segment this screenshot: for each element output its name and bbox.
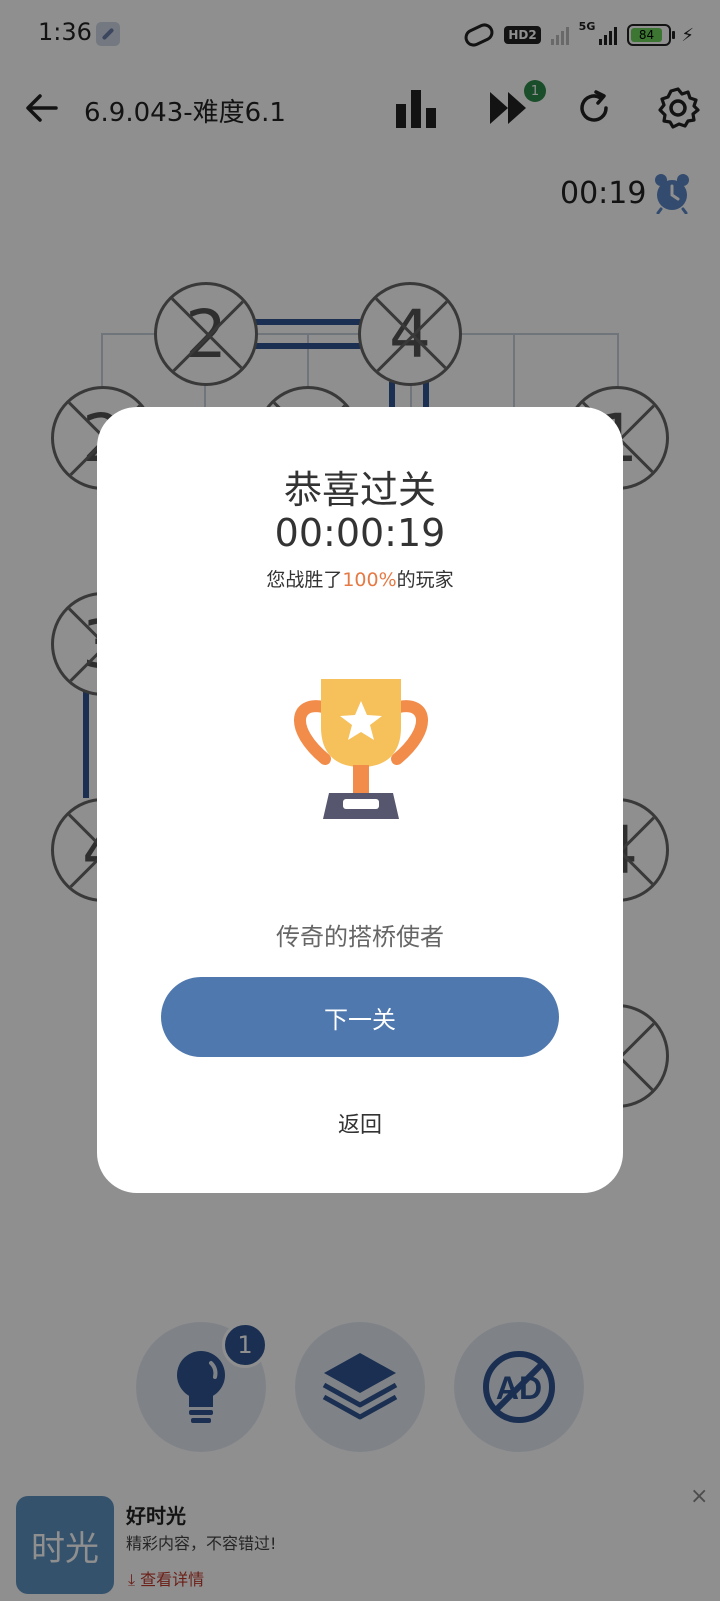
trophy-icon: [294, 679, 428, 819]
return-button[interactable]: 返回: [97, 1107, 623, 1139]
beat-percent: 100%: [342, 569, 397, 591]
level-complete-dialog: 恭喜过关 00:00:19 您战胜了100%的玩家 传奇的搭桥使者 下一关 返回: [97, 407, 623, 1193]
completion-time: 00:00:19: [274, 511, 446, 555]
beat-players-text: 您战胜了100%的玩家: [97, 565, 623, 592]
dialog-title: 恭喜过关: [283, 468, 436, 512]
game-screen: 1:36 HD2 5G 84 ⚡ 6.9.043-难度6.1 1 00:19 2…: [0, 0, 720, 1601]
beat-suffix: 的玩家: [396, 569, 454, 591]
next-level-button[interactable]: 下一关: [161, 977, 559, 1057]
rank-title: 传奇的搭桥使者: [276, 923, 444, 951]
beat-prefix: 您战胜了: [266, 569, 343, 591]
